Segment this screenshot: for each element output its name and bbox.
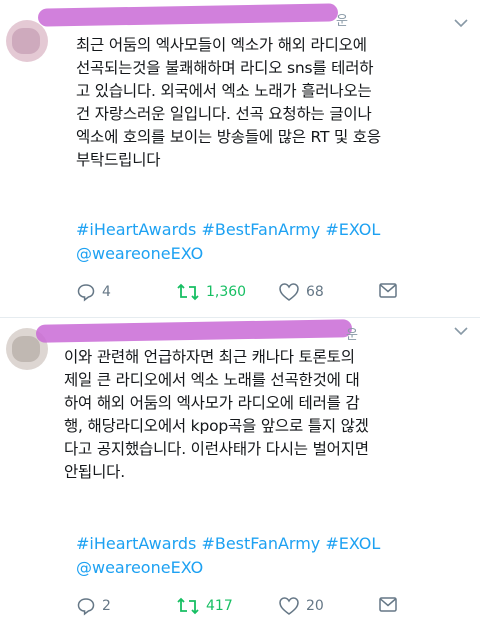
heart-icon [278, 282, 300, 302]
chevron-down-icon[interactable] [454, 16, 468, 32]
handle-suffix: 운 [336, 14, 348, 29]
retweet-count: 417 [206, 598, 233, 614]
tweet-text: 이와 관련해 언급하자면 최근 캐나다 토론토의 제일 큰 라디오에서 엑소 노… [64, 346, 470, 484]
tweet-text-line: 행, 해당라디오에서 kpop곡을 앞으로 틀지 않겠 [64, 417, 369, 435]
tweet-text: 최근 어둠의 엑사모들이 엑소가 해외 라디오에 선곡되는것을 불쾌해하며 라디… [76, 34, 470, 172]
retweet-button[interactable]: 1,360 [176, 282, 246, 302]
reply-count: 2 [102, 598, 111, 614]
tweet-text-line: 이와 관련해 언급하자면 최근 캐나다 토론토의 [64, 348, 355, 366]
hashtags: #iHeartAwards #BestFanArmy #EXOL @weareo… [76, 218, 380, 266]
avatar[interactable] [6, 20, 48, 62]
tweet-text-line: 건 자랑스러운 일입니다. 선곡 요청하는 글이나 [76, 105, 372, 123]
like-button[interactable]: 20 [278, 596, 324, 616]
tweet-text-line: 안됩니다. [64, 463, 125, 481]
retweet-button[interactable]: 417 [176, 596, 233, 616]
tweet-text-line: 다고 공지했습니다. 이런사태가 다시는 벌어지면 [64, 440, 369, 458]
reply-icon [76, 282, 96, 302]
handle-suffix: 운 [346, 328, 358, 343]
reply-button[interactable]: 2 [76, 596, 111, 616]
redacted-username [35, 319, 353, 343]
tweet-text-line: 선곡되는것을 불쾌해하며 라디오 sns를 테러하 [76, 59, 374, 77]
tweet-text-line: 엑소에 호의를 보이는 방송들에 많은 RT 및 호응 [76, 128, 381, 146]
reply-count: 4 [102, 284, 111, 300]
reply-button[interactable]: 4 [76, 282, 111, 302]
mention-link[interactable]: @weareoneEXO [76, 242, 380, 266]
tweet[interactable]: 운 최근 어둠의 엑사모들이 엑소가 해외 라디오에 선곡되는것을 불쾌해하며 … [0, 0, 480, 318]
chevron-down-icon[interactable] [454, 324, 468, 340]
tweet-text-line: 제일 큰 라디오에서 엑소 노래를 선곡한것에 대 [64, 371, 360, 389]
hashtag-links[interactable]: #iHeartAwards #BestFanArmy #EXOL [76, 532, 380, 556]
retweet-icon [176, 596, 200, 616]
hashtags: #iHeartAwards #BestFanArmy #EXOL @weareo… [76, 532, 380, 580]
direct-message-button[interactable] [378, 596, 398, 614]
like-button[interactable]: 68 [278, 282, 324, 302]
tweet-actions: 2 417 20 [76, 596, 476, 618]
tweet-actions: 4 1,360 68 [76, 282, 476, 304]
reply-icon [76, 596, 96, 616]
heart-icon [278, 596, 300, 616]
redacted-username [37, 3, 339, 27]
tweet-text-line: 하여 해외 어둠의 엑사모가 라디오에 테러를 감 [64, 394, 360, 412]
retweet-count: 1,360 [206, 284, 247, 300]
direct-message-icon [378, 596, 398, 614]
direct-message-button[interactable] [378, 282, 398, 300]
like-count: 20 [306, 598, 324, 614]
direct-message-icon [378, 282, 398, 300]
tweet[interactable]: 운 이와 관련해 언급하자면 최근 캐나다 토론토의 제일 큰 라디오에서 엑소… [0, 318, 480, 631]
tweet-text-line: 부탁드립니다 [76, 151, 161, 169]
tweet-text-line: 고 있습니다. 외국에서 엑소 노래가 흘러나오는 [76, 82, 372, 100]
mention-link[interactable]: @weareoneEXO [76, 556, 380, 580]
retweet-icon [176, 282, 200, 302]
tweet-text-line: 최근 어둠의 엑사모들이 엑소가 해외 라디오에 [76, 36, 367, 54]
like-count: 68 [306, 284, 324, 300]
hashtag-links[interactable]: #iHeartAwards #BestFanArmy #EXOL [76, 218, 380, 242]
